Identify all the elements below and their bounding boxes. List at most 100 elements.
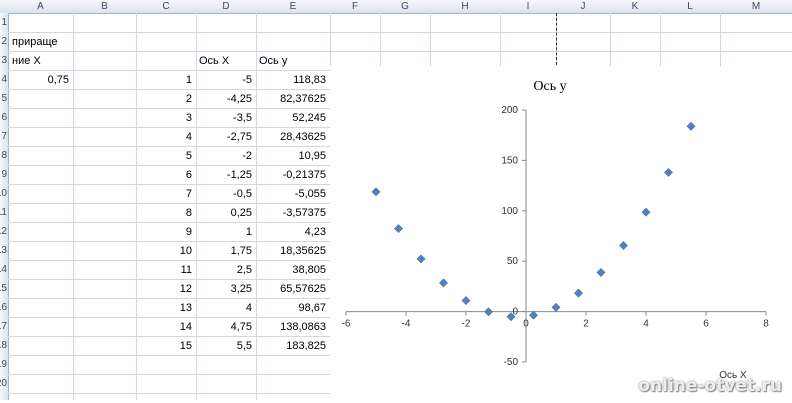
row-header-5[interactable]: 5 [0,89,8,108]
y-tick-label: 50 [507,256,519,267]
cell-d2-header[interactable]: Ось X [196,52,256,71]
cell-c-index[interactable]: 6 [136,166,196,185]
row-header-6[interactable]: 6 [0,108,8,127]
cell-d-x-value[interactable]: -0,5 [196,185,256,204]
grid-line-vertical [660,13,661,66]
grid-line-vertical [720,13,721,66]
cell-d-x-value[interactable]: 1 [196,223,256,242]
row-header-3[interactable]: 3 [0,51,8,70]
column-header-g[interactable]: G [380,0,430,13]
cell-d-x-value[interactable]: -5 [196,71,256,90]
cell-e-y-value[interactable]: 52,245 [256,109,330,128]
cell-a2-label[interactable]: ние X [9,52,73,71]
cell-d-x-value[interactable]: -3,5 [196,109,256,128]
row-header-4[interactable]: 4 [0,70,8,89]
cell-c-index[interactable]: 5 [136,147,196,166]
column-header-c[interactable]: C [136,0,196,13]
cell-e-y-value[interactable]: -3,57375 [256,204,330,223]
row-header-8[interactable]: 8 [0,146,8,165]
data-point [596,267,606,278]
column-header-k[interactable]: K [610,0,660,13]
cell-c-index[interactable]: 2 [136,90,196,109]
cell-e-y-value[interactable]: -0,21375 [256,166,330,185]
row-header-13[interactable]: 13 [0,241,8,260]
row-header-16[interactable]: 16 [0,298,8,317]
column-header-e[interactable]: E [256,0,330,13]
row-header-11[interactable]: 11 [0,203,8,222]
cell-d-x-value[interactable]: 0,25 [196,204,256,223]
cell-d-x-value[interactable]: 5,5 [196,337,256,356]
cell-e-y-value[interactable]: -5,055 [256,185,330,204]
x-tick-label: -6 [342,319,351,330]
grid-line-horizontal [8,374,330,375]
cell-d-x-value[interactable]: 2,5 [196,261,256,280]
cell-c-index[interactable]: 8 [136,204,196,223]
row-header-10[interactable]: 10 [0,184,8,203]
cell-c-index[interactable]: 15 [136,337,196,356]
cell-d-x-value[interactable]: 4,75 [196,318,256,337]
row-header-7[interactable]: 7 [0,127,8,146]
grid-line-horizontal [8,51,792,52]
cell-e-y-value[interactable]: 38,805 [256,261,330,280]
cell-c-index[interactable]: 1 [136,71,196,90]
column-header-h[interactable]: H [430,0,500,13]
row-header-19[interactable]: 19 [0,355,8,374]
cell-c-index[interactable]: 14 [136,318,196,337]
cell-e-y-value[interactable]: 28,43625 [256,128,330,147]
cell-d-x-value[interactable]: 1,75 [196,242,256,261]
cell-c-index[interactable]: 3 [136,109,196,128]
cell-c-index[interactable]: 7 [136,185,196,204]
data-point [438,278,449,288]
grid-line-horizontal [8,393,330,394]
cell-e2-header[interactable]: Ось y [256,52,326,71]
cell-c-index[interactable]: 4 [136,128,196,147]
cell-e-y-value[interactable]: 82,37625 [256,90,330,109]
cell-d-x-value[interactable]: -4,25 [196,90,256,109]
cell-a1-label[interactable]: прираще [9,33,73,52]
row-header-18[interactable]: 18 [0,336,8,355]
cell-c-index[interactable]: 12 [136,280,196,299]
cell-a3-increment[interactable]: 0,75 [9,71,73,90]
row-header-9[interactable]: 9 [0,165,8,184]
grid-line-vertical [610,13,611,66]
row-header-1[interactable]: 1 [0,13,8,32]
column-header-l[interactable]: L [660,0,720,13]
column-header-f[interactable]: F [330,0,380,13]
cell-e-y-value[interactable]: 10,95 [256,147,330,166]
x-tick-label: 0 [523,319,529,330]
column-header-a[interactable]: A [8,0,73,13]
cell-d-x-value[interactable]: 4 [196,299,256,318]
cell-c-index[interactable]: 9 [136,223,196,242]
column-header-i[interactable]: I [500,0,556,13]
cell-e-y-value[interactable]: 118,83 [256,71,330,90]
cell-c-index[interactable]: 13 [136,299,196,318]
cell-e-y-value[interactable]: 138,0863 [256,318,330,337]
cell-d-x-value[interactable]: -1,25 [196,166,256,185]
cell-c-index[interactable]: 10 [136,242,196,261]
row-header-20[interactable]: 20 [0,374,8,393]
cell-d-x-value[interactable]: 3,25 [196,280,256,299]
column-header-b[interactable]: B [73,0,136,13]
column-header-j[interactable]: J [556,0,610,13]
scatter-chart[interactable]: Ось y -6 -4 -2 0 2 4 6 8 -50 0 50 100 150 200 Ось X [330,66,792,400]
grid-line-vertical [380,13,381,66]
column-header-d[interactable]: D [196,0,256,13]
cell-d-x-value[interactable]: -2,75 [196,128,256,147]
row-header-17[interactable]: 17 [0,317,8,336]
data-point [528,310,539,320]
data-point [641,207,651,217]
data-point [618,240,629,251]
row-header-2[interactable]: 2 [0,32,8,51]
row-header-15[interactable]: 15 [0,279,8,298]
row-header-12[interactable]: 12 [0,222,8,241]
cell-d-x-value[interactable]: -2 [196,147,256,166]
cell-e-y-value[interactable]: 183,825 [256,337,330,356]
cell-c-index[interactable]: 11 [136,261,196,280]
cell-e-y-value[interactable]: 65,57625 [256,280,330,299]
column-header-m[interactable]: M [720,0,792,13]
row-header-14[interactable]: 14 [0,260,8,279]
grid-line-horizontal [8,32,792,33]
cell-e-y-value[interactable]: 98,67 [256,299,330,318]
cell-e-y-value[interactable]: 18,35625 [256,242,330,261]
cell-e-y-value[interactable]: 4,23 [256,223,330,242]
